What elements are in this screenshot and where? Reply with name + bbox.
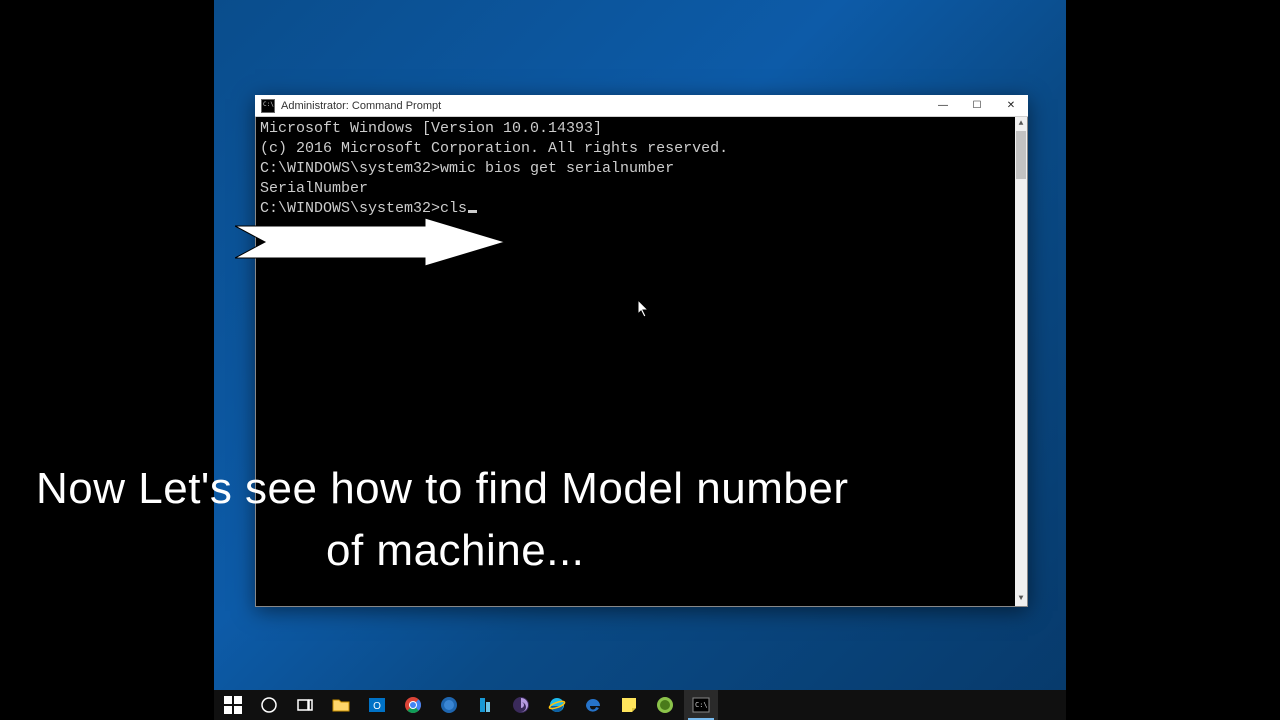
outlook-icon: O (368, 696, 386, 714)
cortana-button[interactable] (252, 690, 286, 720)
chrome-icon (404, 696, 422, 714)
terminal-line: C:\WINDOWS\system32>cls (260, 199, 1023, 219)
terminal-line: C:\WINDOWS\system32>wmic bios get serial… (260, 159, 1023, 179)
swirl-icon (512, 696, 530, 714)
terminal-line: Microsoft Windows [Version 10.0.14393] (260, 119, 1023, 139)
taskbar-qbit[interactable] (648, 690, 682, 720)
svg-text:O: O (373, 701, 381, 712)
taskbar-app3[interactable] (504, 690, 538, 720)
circle-icon (260, 696, 278, 714)
maximize-button[interactable]: ☐ (960, 95, 994, 116)
taskbar: O C:\ (214, 690, 1066, 720)
taskbar-cmd[interactable]: C:\ (684, 690, 718, 720)
start-button[interactable] (216, 690, 250, 720)
taskview-button[interactable] (288, 690, 322, 720)
window-title: Administrator: Command Prompt (281, 100, 926, 112)
caption-line1: Now Let's see how to find Model number (36, 464, 848, 513)
taskview-icon (296, 696, 314, 714)
terminal-output: SerialNumber (260, 179, 1023, 199)
taskbar-sticky[interactable] (612, 690, 646, 720)
terminal-line: (c) 2016 Microsoft Corporation. All righ… (260, 139, 1023, 159)
vertical-scrollbar[interactable]: ▲ ▼ (1015, 117, 1027, 606)
scroll-down-button[interactable]: ▼ (1015, 592, 1027, 606)
close-button[interactable]: ✕ (994, 95, 1028, 116)
window-titlebar[interactable]: Administrator: Command Prompt — ☐ ✕ (255, 95, 1028, 117)
minimize-button[interactable]: — (926, 95, 960, 116)
text-cursor (468, 210, 477, 213)
taskbar-edge[interactable] (576, 690, 610, 720)
scroll-up-button[interactable]: ▲ (1015, 117, 1027, 131)
svg-text:C:\: C:\ (695, 701, 708, 709)
taskbar-outlook[interactable]: O (360, 690, 394, 720)
taskbar-app1[interactable] (432, 690, 466, 720)
globe-icon (440, 696, 458, 714)
taskbar-app2[interactable] (468, 690, 502, 720)
taskbar-chrome[interactable] (396, 690, 430, 720)
cmd-icon (261, 99, 275, 113)
taskbar-explorer[interactable] (324, 690, 358, 720)
taskbar-ie[interactable] (540, 690, 574, 720)
caption-line2: of machine... (36, 520, 976, 582)
window-controls: — ☐ ✕ (926, 95, 1028, 116)
sticky-note-icon (620, 696, 638, 714)
folder-icon (332, 696, 350, 714)
windows-logo-icon (224, 696, 242, 714)
scrollbar-thumb[interactable] (1016, 131, 1026, 179)
caption-overlay: Now Let's see how to find Model number o… (36, 458, 976, 582)
ie-icon (548, 696, 566, 714)
mouse-cursor-icon (638, 300, 650, 318)
cmd-taskbar-icon: C:\ (692, 696, 710, 714)
edge-icon (584, 696, 602, 714)
qbit-icon (656, 696, 674, 714)
building-icon (476, 696, 494, 714)
